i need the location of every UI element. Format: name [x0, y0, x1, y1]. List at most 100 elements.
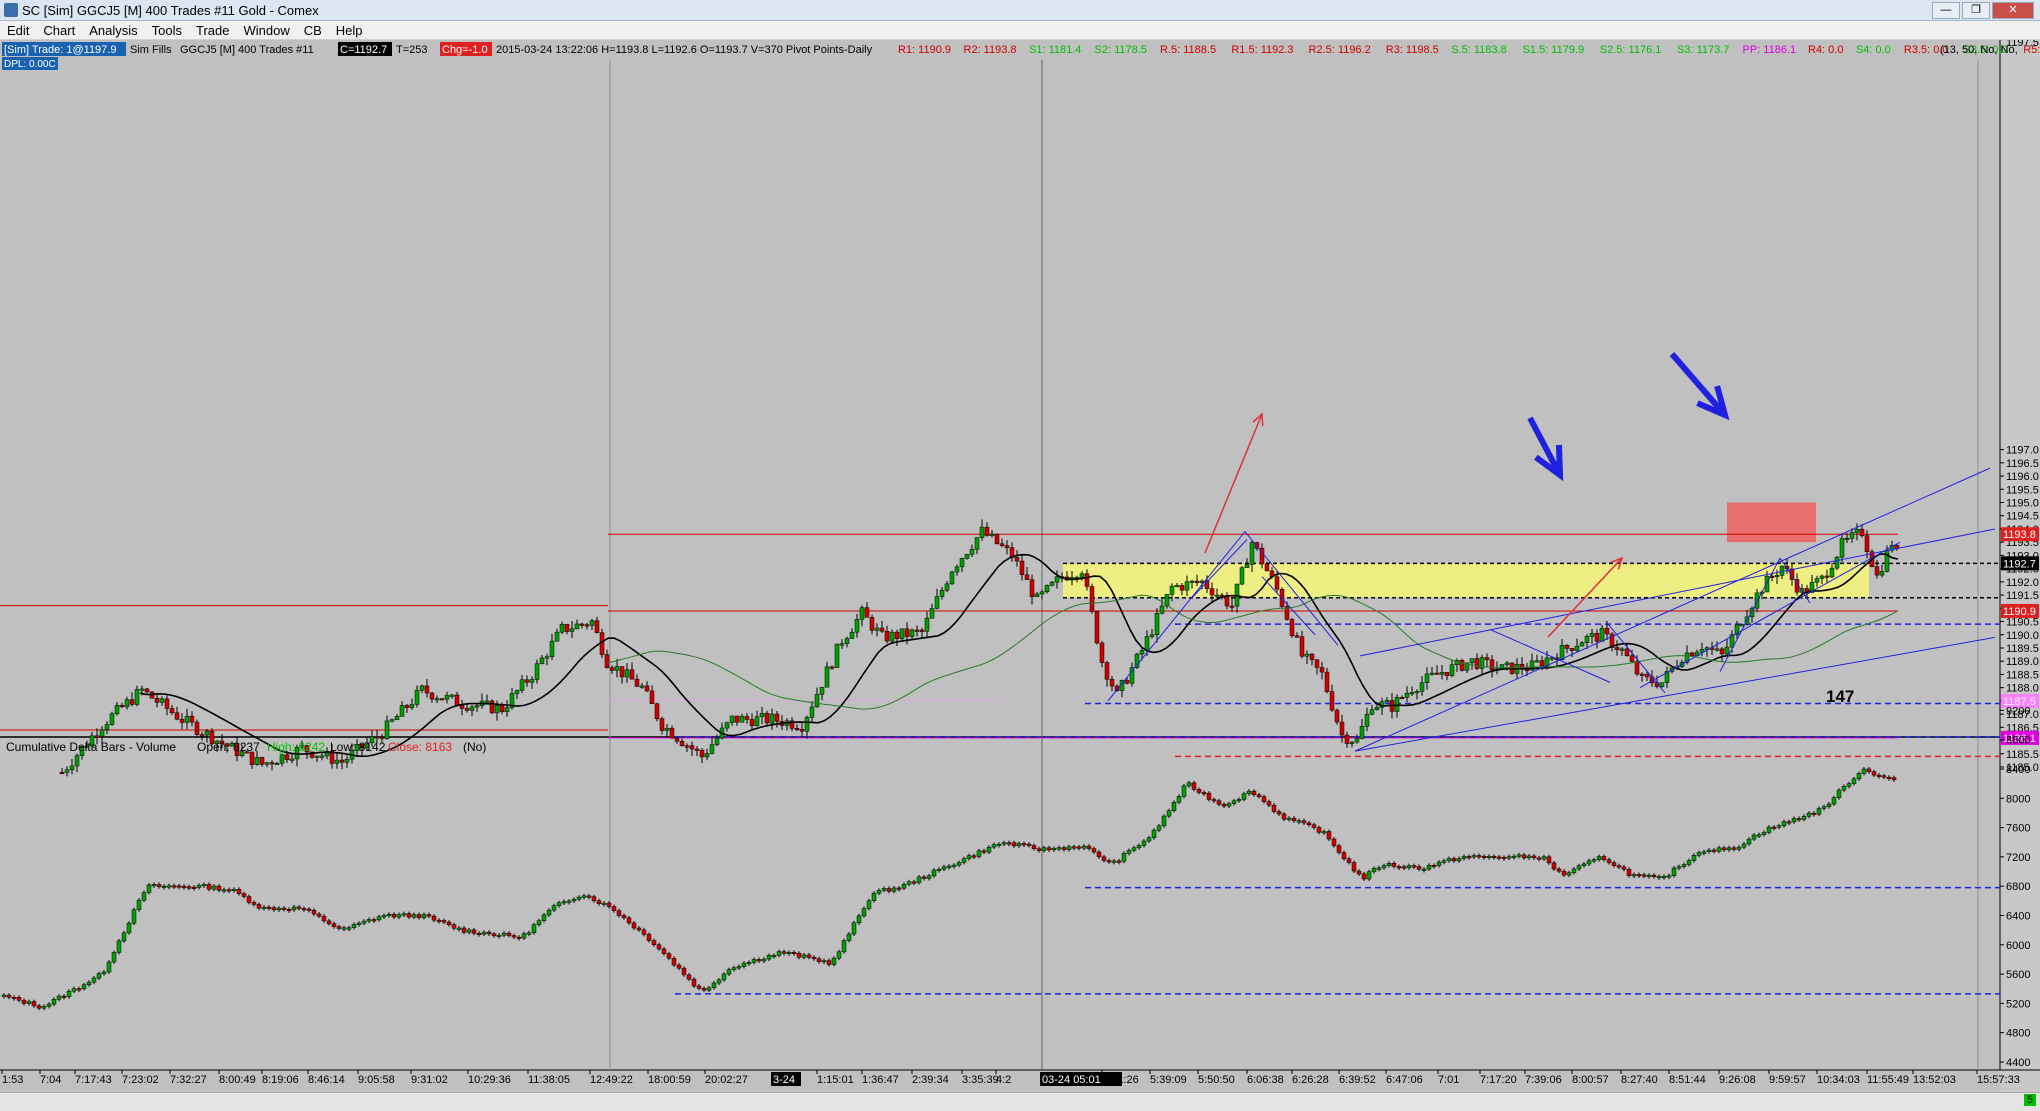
candle-body: [1619, 648, 1625, 651]
time-tick-label: 8:51:44: [1669, 1074, 1706, 1086]
candle-body: [174, 712, 180, 720]
cd-bar: [306, 908, 312, 911]
cd-bar: [1401, 866, 1407, 869]
cd-bar: [1446, 858, 1452, 862]
candle-body: [999, 543, 1005, 546]
candle-body: [879, 627, 885, 632]
menu-tools[interactable]: Tools: [145, 23, 189, 38]
cd-bar: [931, 869, 937, 877]
cd-bar: [181, 885, 187, 888]
candle-body: [694, 748, 700, 751]
candle-body: [1144, 636, 1150, 651]
candle-body: [124, 699, 130, 708]
cd-bar: [206, 884, 212, 890]
candle-body: [424, 685, 430, 694]
cd-bar: [381, 915, 387, 918]
cd-bar: [971, 855, 977, 858]
candle-body: [529, 679, 535, 683]
cd-bar: [1081, 845, 1087, 849]
cd-bar: [1566, 872, 1572, 876]
cd-bar: [1856, 773, 1862, 780]
candle-body: [904, 628, 910, 637]
maximize-icon[interactable]: ❐: [1962, 2, 1990, 19]
candle-body: [1714, 648, 1720, 651]
cd-bar: [846, 933, 852, 941]
candle-body: [759, 712, 765, 717]
close-icon[interactable]: ✕: [1992, 2, 2034, 19]
candle-body: [1829, 567, 1835, 578]
cd-bar: [276, 907, 282, 911]
menu-trade[interactable]: Trade: [189, 23, 236, 38]
menu-edit[interactable]: Edit: [0, 23, 36, 38]
cd-bar: [76, 988, 82, 991]
candle-body: [984, 526, 990, 536]
chart-area[interactable]: 147 [Sim] Trade: 1@1197.9 Sim Fills GGCJ5 […: [0, 40, 2040, 1092]
pivot-label: R.5: 1188.5: [1160, 44, 1216, 56]
candle-body: [1369, 709, 1375, 715]
candle-body: [634, 678, 640, 687]
price-tick-label: 1185.5: [2006, 749, 2039, 761]
cd-bar: [1626, 869, 1632, 876]
candle-body: [1754, 592, 1760, 609]
candle-body: [929, 608, 935, 619]
candle-body: [259, 757, 265, 765]
candle-body: [1879, 571, 1885, 576]
cd-bar: [256, 904, 262, 909]
cd-bar: [996, 843, 1002, 846]
cd-bar: [451, 924, 457, 929]
candle-body: [469, 706, 475, 711]
menu-chart[interactable]: Chart: [36, 23, 82, 38]
cd-bar: [506, 932, 512, 936]
menu-cb[interactable]: CB: [297, 23, 329, 38]
window-title: SC [Sim] GGCJ5 [M] 400 Trades #11 Gold -…: [22, 2, 319, 18]
cd-bar: [1061, 847, 1067, 850]
cd-bar: [1526, 855, 1532, 859]
cd-bar: [1661, 876, 1667, 879]
cd-bar: [621, 915, 627, 919]
cd-bar: [636, 927, 642, 931]
cd-bar: [36, 1005, 42, 1009]
candle-body: [939, 589, 945, 597]
candle-body: [1584, 636, 1590, 643]
price-marker: 1193.8: [2003, 529, 2036, 541]
candle-body: [289, 758, 295, 761]
candle-body: [1399, 697, 1405, 700]
candle-body: [829, 666, 835, 669]
dpl-label: DPL: 0.00C: [4, 59, 56, 70]
cd-bar: [811, 957, 817, 960]
cd-bar: [161, 885, 167, 888]
cd-bar: [1156, 825, 1162, 831]
candle-body: [514, 690, 520, 694]
chart-canvas[interactable]: 147 [Sim] Trade: 1@1197.9 Sim Fills GGCJ5 […: [0, 40, 2040, 1092]
minimize-icon[interactable]: —: [1932, 2, 1960, 19]
cd-bar: [951, 864, 957, 867]
candle-body: [1019, 560, 1025, 576]
candle-body: [1124, 680, 1130, 684]
menu-analysis[interactable]: Analysis: [82, 23, 144, 38]
cd-bar: [1596, 856, 1602, 860]
cd-bar: [1581, 863, 1587, 866]
time-tick-label: 7:17:20: [1480, 1074, 1517, 1086]
cd-bar: [671, 958, 677, 966]
menu-window[interactable]: Window: [236, 23, 296, 38]
menu-help[interactable]: Help: [329, 23, 370, 38]
price-tick-label: 1190.5: [2006, 617, 2039, 629]
cd-bar: [1321, 831, 1327, 834]
cd-bar: [1146, 837, 1152, 842]
cd-bar: [1241, 793, 1247, 800]
cd-bar: [1426, 865, 1432, 870]
time-tick-label: 9:26:08: [1719, 1074, 1756, 1086]
cd-bar: [211, 885, 217, 890]
candle-body: [159, 698, 165, 703]
status-indicator: 5: [2023, 1094, 2036, 1106]
time-tick-label: 11:55:49: [1867, 1074, 1909, 1086]
time-tick-label: 13:52:03: [1913, 1074, 1956, 1086]
candle-body: [204, 730, 210, 736]
cd-bar: [226, 889, 232, 892]
candle-body: [569, 628, 575, 632]
cd-bar: [916, 876, 922, 883]
cd-bar: [1346, 858, 1352, 863]
cd-bar: [341, 927, 347, 930]
time-tick-label: 8:46:14: [308, 1074, 345, 1086]
candle-body: [919, 629, 925, 632]
